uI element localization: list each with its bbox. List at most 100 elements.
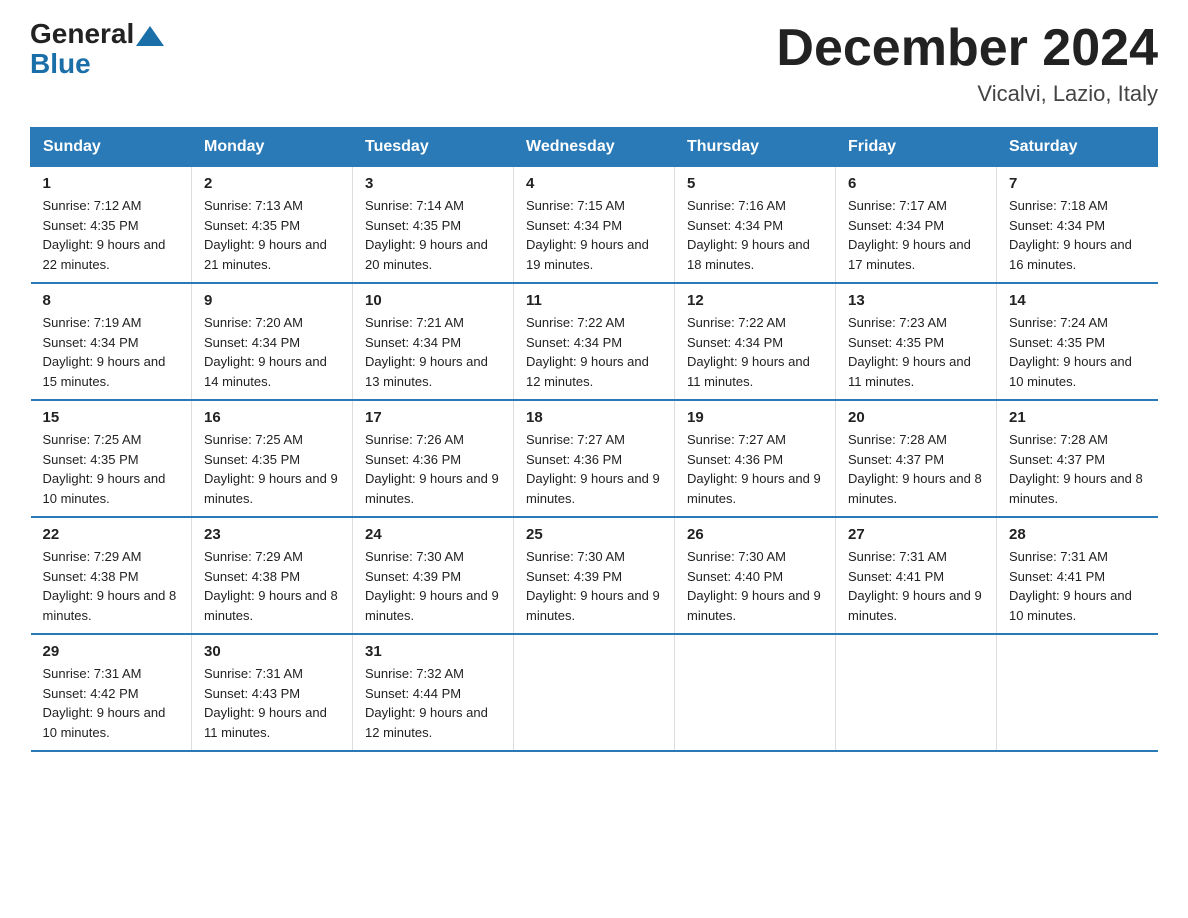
day-info: Sunrise: 7:14 AMSunset: 4:35 PMDaylight:…	[365, 196, 501, 274]
day-number: 8	[43, 292, 180, 309]
calendar-cell: 8 Sunrise: 7:19 AMSunset: 4:34 PMDaylight…	[31, 283, 192, 400]
day-number: 18	[526, 409, 662, 426]
header-wednesday: Wednesday	[514, 128, 675, 167]
calendar-cell: 7 Sunrise: 7:18 AMSunset: 4:34 PMDaylight…	[997, 167, 1158, 284]
day-info: Sunrise: 7:24 AMSunset: 4:35 PMDaylight:…	[1009, 313, 1146, 391]
day-number: 30	[204, 643, 340, 660]
day-info: Sunrise: 7:31 AMSunset: 4:42 PMDaylight:…	[43, 664, 180, 742]
month-title: December 2024	[776, 20, 1158, 77]
day-info: Sunrise: 7:21 AMSunset: 4:34 PMDaylight:…	[365, 313, 501, 391]
day-info: Sunrise: 7:25 AMSunset: 4:35 PMDaylight:…	[43, 430, 180, 508]
day-info: Sunrise: 7:28 AMSunset: 4:37 PMDaylight:…	[1009, 430, 1146, 508]
calendar-cell: 4Sunrise: 7:15 AMSunset: 4:34 PMDaylight…	[514, 167, 675, 284]
calendar-cell: 10 Sunrise: 7:21 AMSunset: 4:34 PMDayligh…	[353, 283, 514, 400]
logo-general-text: General	[30, 20, 134, 48]
calendar-cell: 19Sunrise: 7:27 AMSunset: 4:36 PMDayligh…	[675, 400, 836, 517]
day-info: Sunrise: 7:29 AMSunset: 4:38 PMDaylight:…	[43, 547, 180, 625]
logo: General Blue	[30, 20, 166, 80]
day-info: Sunrise: 7:18 AMSunset: 4:34 PMDaylight:…	[1009, 196, 1146, 274]
day-number: 11	[526, 292, 662, 309]
calendar-cell: 14 Sunrise: 7:24 AMSunset: 4:35 PMDayligh…	[997, 283, 1158, 400]
calendar-cell: 28 Sunrise: 7:31 AMSunset: 4:41 PMDayligh…	[997, 517, 1158, 634]
day-number: 10	[365, 292, 501, 309]
day-number: 16	[204, 409, 340, 426]
calendar-table: SundayMondayTuesdayWednesdayThursdayFrid…	[30, 127, 1158, 752]
day-number: 22	[43, 526, 180, 543]
day-number: 26	[687, 526, 823, 543]
day-info: Sunrise: 7:30 AMSunset: 4:39 PMDaylight:…	[365, 547, 501, 625]
day-number: 12	[687, 292, 823, 309]
header-tuesday: Tuesday	[353, 128, 514, 167]
calendar-cell: 9Sunrise: 7:20 AMSunset: 4:34 PMDaylight…	[192, 283, 353, 400]
day-number: 15	[43, 409, 180, 426]
day-info: Sunrise: 7:16 AMSunset: 4:34 PMDaylight:…	[687, 196, 823, 274]
day-info: Sunrise: 7:30 AMSunset: 4:40 PMDaylight:…	[687, 547, 823, 625]
day-number: 29	[43, 643, 180, 660]
calendar-cell: 20Sunrise: 7:28 AMSunset: 4:37 PMDayligh…	[836, 400, 997, 517]
day-number: 17	[365, 409, 501, 426]
calendar-cell: 29 Sunrise: 7:31 AMSunset: 4:42 PMDayligh…	[31, 634, 192, 751]
day-info: Sunrise: 7:27 AMSunset: 4:36 PMDaylight:…	[526, 430, 662, 508]
day-info: Sunrise: 7:12 AMSunset: 4:35 PMDaylight:…	[43, 196, 180, 274]
calendar-cell: 2 Sunrise: 7:13 AMSunset: 4:35 PMDaylight…	[192, 167, 353, 284]
calendar-cell: 23Sunrise: 7:29 AMSunset: 4:38 PMDayligh…	[192, 517, 353, 634]
calendar-cell: 27Sunrise: 7:31 AMSunset: 4:41 PMDayligh…	[836, 517, 997, 634]
title-block: December 2024 Vicalvi, Lazio, Italy	[776, 20, 1158, 107]
day-number: 23	[204, 526, 340, 543]
calendar-header-row: SundayMondayTuesdayWednesdayThursdayFrid…	[31, 128, 1158, 167]
day-info: Sunrise: 7:26 AMSunset: 4:36 PMDaylight:…	[365, 430, 501, 508]
day-number: 7	[1009, 175, 1146, 192]
calendar-week-row: 15 Sunrise: 7:25 AMSunset: 4:35 PMDayligh…	[31, 400, 1158, 517]
location-subtitle: Vicalvi, Lazio, Italy	[776, 81, 1158, 107]
calendar-cell: 25 Sunrise: 7:30 AMSunset: 4:39 PMDayligh…	[514, 517, 675, 634]
day-info: Sunrise: 7:17 AMSunset: 4:34 PMDaylight:…	[848, 196, 984, 274]
calendar-cell: 17 Sunrise: 7:26 AMSunset: 4:36 PMDayligh…	[353, 400, 514, 517]
day-info: Sunrise: 7:22 AMSunset: 4:34 PMDaylight:…	[687, 313, 823, 391]
calendar-week-row: 29 Sunrise: 7:31 AMSunset: 4:42 PMDayligh…	[31, 634, 1158, 751]
day-info: Sunrise: 7:23 AMSunset: 4:35 PMDaylight:…	[848, 313, 984, 391]
calendar-cell: 24 Sunrise: 7:30 AMSunset: 4:39 PMDayligh…	[353, 517, 514, 634]
calendar-cell: 1 Sunrise: 7:12 AMSunset: 4:35 PMDaylight…	[31, 167, 192, 284]
calendar-cell: 3Sunrise: 7:14 AMSunset: 4:35 PMDaylight…	[353, 167, 514, 284]
day-info: Sunrise: 7:28 AMSunset: 4:37 PMDaylight:…	[848, 430, 984, 508]
day-number: 31	[365, 643, 501, 660]
header-thursday: Thursday	[675, 128, 836, 167]
header-saturday: Saturday	[997, 128, 1158, 167]
calendar-cell	[514, 634, 675, 751]
day-info: Sunrise: 7:31 AMSunset: 4:41 PMDaylight:…	[1009, 547, 1146, 625]
header-friday: Friday	[836, 128, 997, 167]
calendar-cell: 26 Sunrise: 7:30 AMSunset: 4:40 PMDayligh…	[675, 517, 836, 634]
calendar-week-row: 1 Sunrise: 7:12 AMSunset: 4:35 PMDaylight…	[31, 167, 1158, 284]
calendar-cell: 31Sunrise: 7:32 AMSunset: 4:44 PMDayligh…	[353, 634, 514, 751]
day-number: 28	[1009, 526, 1146, 543]
day-number: 5	[687, 175, 823, 192]
day-info: Sunrise: 7:22 AMSunset: 4:34 PMDaylight:…	[526, 313, 662, 391]
logo-triangle-icon	[136, 26, 164, 46]
day-info: Sunrise: 7:30 AMSunset: 4:39 PMDaylight:…	[526, 547, 662, 625]
day-info: Sunrise: 7:25 AMSunset: 4:35 PMDaylight:…	[204, 430, 340, 508]
calendar-cell: 5 Sunrise: 7:16 AMSunset: 4:34 PMDaylight…	[675, 167, 836, 284]
day-number: 4	[526, 175, 662, 192]
calendar-cell	[675, 634, 836, 751]
calendar-week-row: 8 Sunrise: 7:19 AMSunset: 4:34 PMDaylight…	[31, 283, 1158, 400]
day-number: 25	[526, 526, 662, 543]
day-number: 27	[848, 526, 984, 543]
calendar-cell: 21 Sunrise: 7:28 AMSunset: 4:37 PMDayligh…	[997, 400, 1158, 517]
page-header: General Blue December 2024 Vicalvi, Lazi…	[30, 20, 1158, 107]
day-info: Sunrise: 7:19 AMSunset: 4:34 PMDaylight:…	[43, 313, 180, 391]
day-info: Sunrise: 7:27 AMSunset: 4:36 PMDaylight:…	[687, 430, 823, 508]
calendar-cell: 18 Sunrise: 7:27 AMSunset: 4:36 PMDayligh…	[514, 400, 675, 517]
header-monday: Monday	[192, 128, 353, 167]
calendar-cell: 16 Sunrise: 7:25 AMSunset: 4:35 PMDayligh…	[192, 400, 353, 517]
day-info: Sunrise: 7:13 AMSunset: 4:35 PMDaylight:…	[204, 196, 340, 274]
day-number: 21	[1009, 409, 1146, 426]
calendar-cell: 13Sunrise: 7:23 AMSunset: 4:35 PMDayligh…	[836, 283, 997, 400]
day-number: 2	[204, 175, 340, 192]
day-number: 14	[1009, 292, 1146, 309]
day-number: 6	[848, 175, 984, 192]
day-number: 24	[365, 526, 501, 543]
header-sunday: Sunday	[31, 128, 192, 167]
calendar-cell: 6 Sunrise: 7:17 AMSunset: 4:34 PMDaylight…	[836, 167, 997, 284]
day-number: 1	[43, 175, 180, 192]
calendar-cell: 12 Sunrise: 7:22 AMSunset: 4:34 PMDayligh…	[675, 283, 836, 400]
